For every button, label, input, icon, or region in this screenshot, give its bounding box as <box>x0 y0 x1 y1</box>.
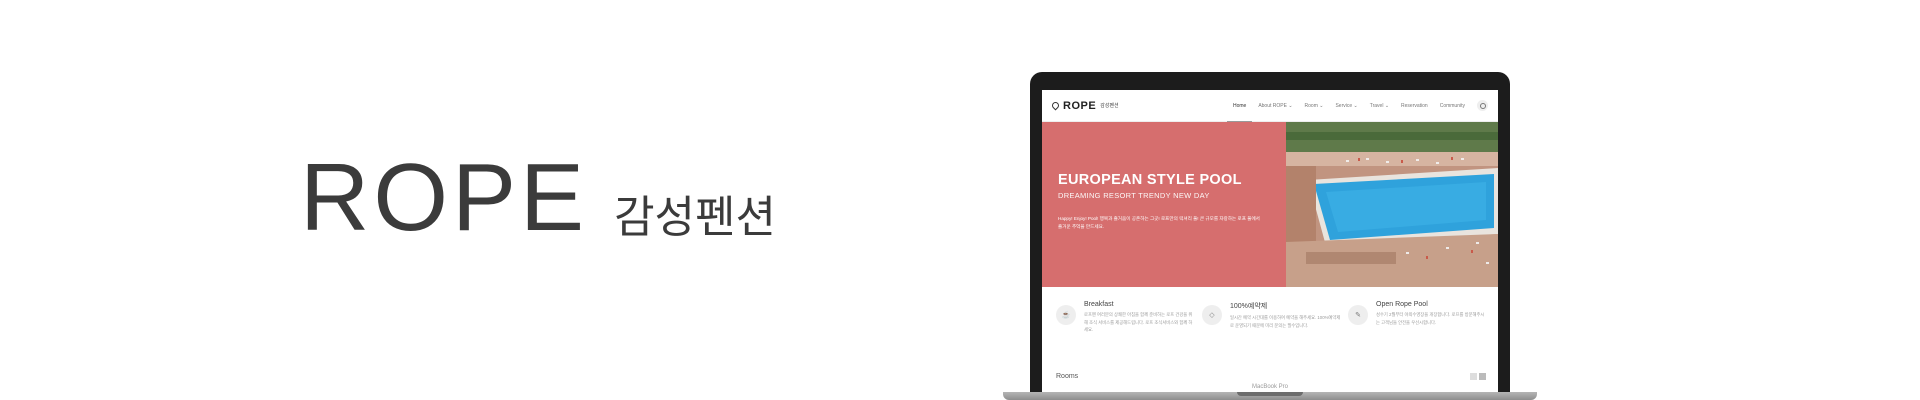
menu-about[interactable]: About ROPE ⌄ <box>1252 90 1298 122</box>
feature-title: 100%예약제 <box>1230 303 1268 310</box>
feature-desc: 로프펜 여러분의 상쾌한 아침을 함께 준비하는 로프 건강을 위해 조식 서비… <box>1084 312 1193 332</box>
features-row: ☕ Breakfast 로프펜 여러분의 상쾌한 아침을 함께 준비하는 로프 … <box>1042 287 1498 334</box>
hero-subtitle: DREAMING RESORT TRENDY NEW DAY <box>1058 191 1210 200</box>
feature-title: Breakfast <box>1084 301 1114 308</box>
site-logo-sub: 감성펜션 <box>1100 103 1119 109</box>
menu-room[interactable]: Room ⌄ <box>1299 90 1330 122</box>
menu-reservation[interactable]: Reservation <box>1395 90 1434 122</box>
menu-community[interactable]: Community <box>1434 90 1471 122</box>
feature-title: Open Rope Pool <box>1376 301 1428 308</box>
rooms-label: Rooms <box>1056 373 1079 380</box>
rooms-section-header: Rooms <box>1056 373 1486 380</box>
feature-breakfast: ☕ Breakfast 로프펜 여러분의 상쾌한 아침을 함께 준비하는 로프 … <box>1056 301 1196 334</box>
hero-description: Happy! Enjoy! Pool! 행복과 즐거움이 공존하는 그곳! 로프… <box>1058 216 1260 229</box>
hero-text-panel: EUROPEAN STYLE POOL DREAMING RESORT TREN… <box>1042 122 1286 287</box>
pool-photo <box>1286 122 1498 287</box>
pager-prev-button[interactable] <box>1470 373 1477 380</box>
site-navbar: ROPE 감성펜션 Home About ROPE ⌄ Room ⌄ Servi… <box>1042 90 1498 122</box>
hero-banner: EUROPEAN STYLE POOL DREAMING RESORT TREN… <box>1042 122 1498 287</box>
diamond-icon: ◇ <box>1202 305 1222 325</box>
search-icon[interactable] <box>1477 100 1488 111</box>
site-logo-name: ROPE <box>1063 99 1097 112</box>
laptop-frame: ROPE 감성펜션 Home About ROPE ⌄ Room ⌄ Servi… <box>1030 72 1510 400</box>
feature-pool: ✎ Open Rope Pool 성수기 2월부터 야외수영장을 개장합니다. … <box>1348 301 1488 334</box>
pager-next-button[interactable] <box>1479 373 1486 380</box>
brand-block: ROPE 감성펜션 <box>300 150 776 246</box>
wrench-icon: ✎ <box>1348 305 1368 325</box>
site-logo[interactable]: ROPE 감성펜션 <box>1050 99 1119 112</box>
rooms-pager <box>1470 373 1486 380</box>
menu-home[interactable]: Home <box>1226 90 1253 122</box>
laptop-notch <box>1237 392 1303 396</box>
feature-desc: 성수기 2월부터 야외수영장을 개장합니다. 로프를 방문해주시는 고객님들 안… <box>1376 312 1485 325</box>
site-menu: Home About ROPE ⌄ Room ⌄ Service ⌄ Trave… <box>1226 90 1471 122</box>
brand-subtitle: 감성펜션 <box>614 192 776 243</box>
cup-icon: ☕ <box>1056 305 1076 325</box>
brand-logo: ROPE <box>300 144 589 251</box>
menu-travel[interactable]: Travel ⌄ <box>1364 90 1395 122</box>
pool-photo-image <box>1286 122 1498 287</box>
feature-desc: 일시간 예약 시간대를 이용하여 예약을 해주세요. 100%예약제로 운영되기… <box>1230 315 1341 328</box>
hero-title: EUROPEAN STYLE POOL <box>1058 172 1242 188</box>
laptop-label: MacBook Pro <box>1251 384 1288 390</box>
laptop-screen: ROPE 감성펜션 Home About ROPE ⌄ Room ⌄ Servi… <box>1042 90 1498 392</box>
pin-icon <box>1050 100 1061 111</box>
menu-service[interactable]: Service ⌄ <box>1329 90 1363 122</box>
feature-reservation: ◇ 100%예약제 일시간 예약 시간대를 이용하여 예약을 해주세요. 100… <box>1202 301 1342 334</box>
